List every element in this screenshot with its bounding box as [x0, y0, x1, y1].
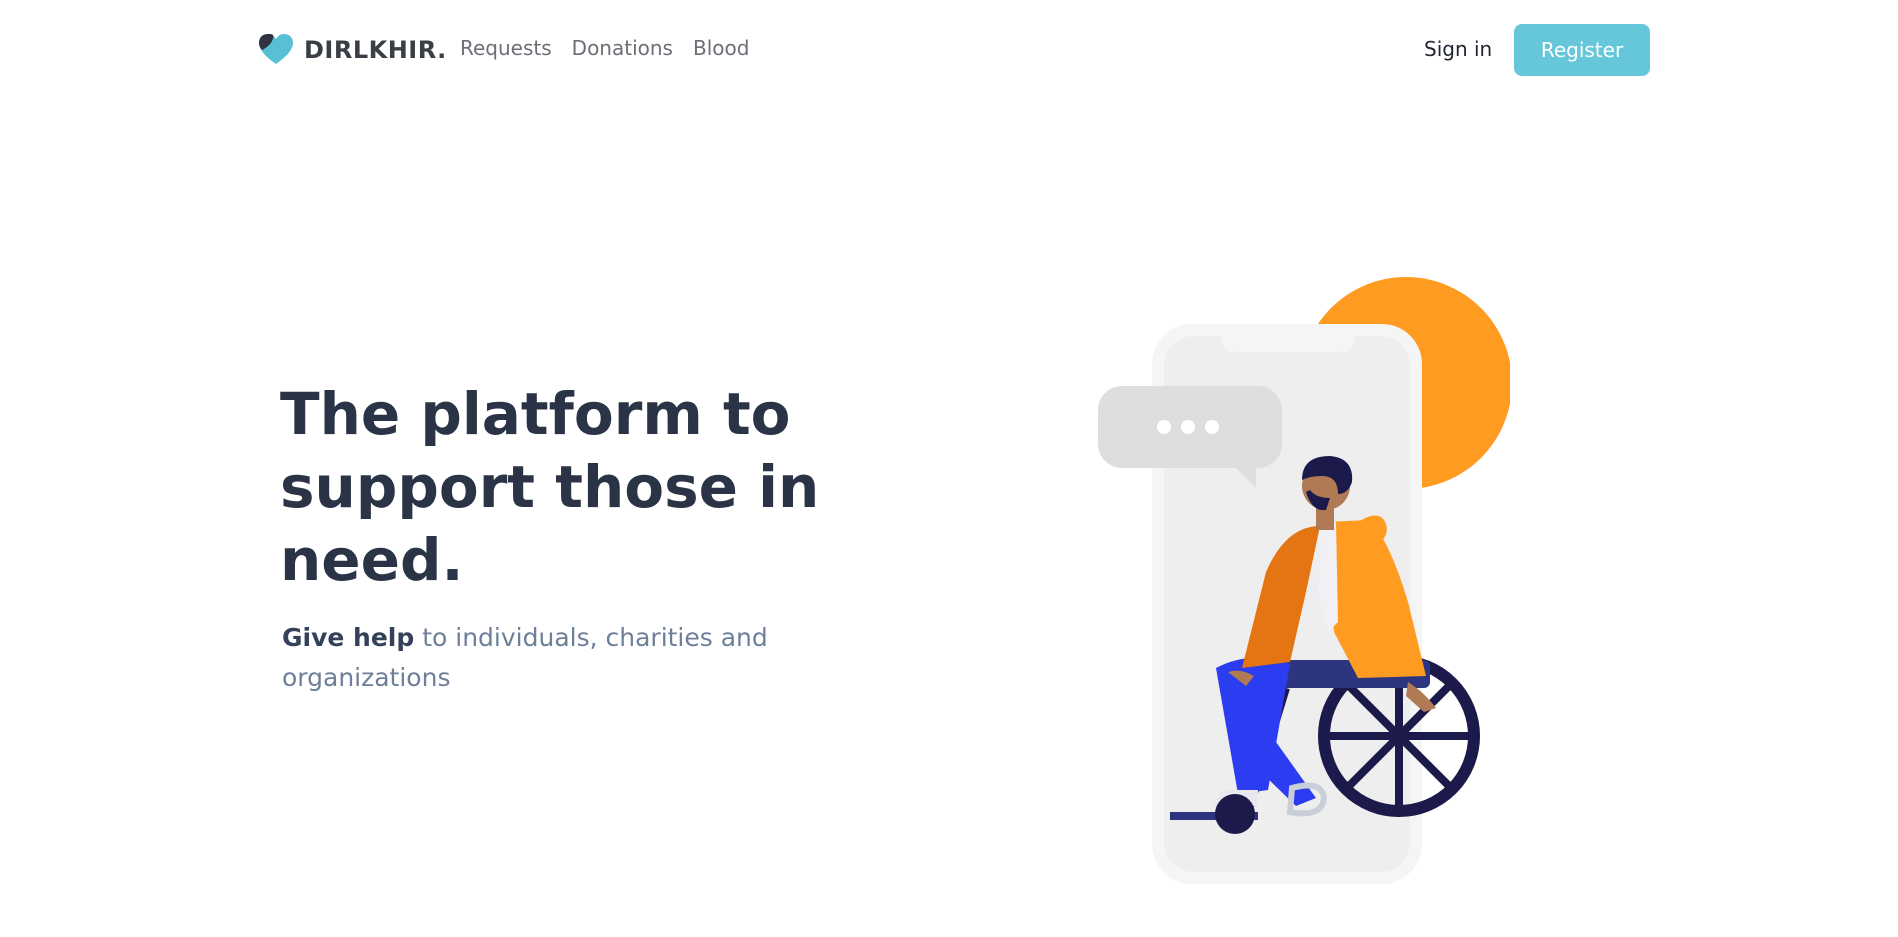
person-in-wheelchair-illustration: [1098, 277, 1510, 884]
wheelchair-caster: [1215, 794, 1255, 834]
hero-title: The platform to support those in need.: [280, 380, 820, 594]
phone-notch: [1222, 324, 1354, 352]
heart-icon: [259, 34, 293, 64]
brand-logo[interactable]: DIRLKHIR.: [258, 33, 447, 67]
primary-nav: Requests Donations Blood: [460, 36, 749, 60]
chat-dot: [1157, 420, 1171, 434]
signin-link[interactable]: Sign in: [1424, 37, 1492, 61]
brand-name: DIRLKHIR.: [304, 36, 447, 64]
nav-link-requests[interactable]: Requests: [460, 36, 552, 60]
hero-subtitle-emphasis: Give help: [282, 623, 415, 652]
chat-dot: [1205, 420, 1219, 434]
nav-link-donations[interactable]: Donations: [572, 36, 673, 60]
register-button[interactable]: Register: [1514, 24, 1650, 76]
chat-dot: [1181, 420, 1195, 434]
nav-link-blood[interactable]: Blood: [693, 36, 749, 60]
top-navbar: DIRLKHIR. Requests Donations Blood Sign …: [0, 0, 1898, 100]
hero-subtitle: Give help to individuals, charities and …: [282, 618, 842, 698]
